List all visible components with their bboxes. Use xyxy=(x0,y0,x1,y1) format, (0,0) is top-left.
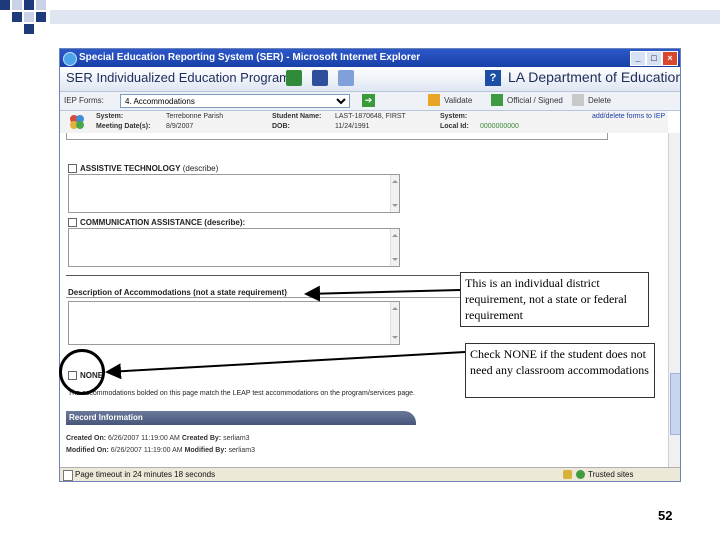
none-arrow xyxy=(105,351,466,380)
district-callout: This is an individual district requireme… xyxy=(460,272,649,327)
page-number: 52 xyxy=(658,508,673,523)
annotation-arrows xyxy=(105,285,466,380)
none-callout: Check NONE if the student does not need … xyxy=(465,343,655,398)
none-highlight-circle xyxy=(59,349,105,395)
district-arrow xyxy=(304,285,461,302)
